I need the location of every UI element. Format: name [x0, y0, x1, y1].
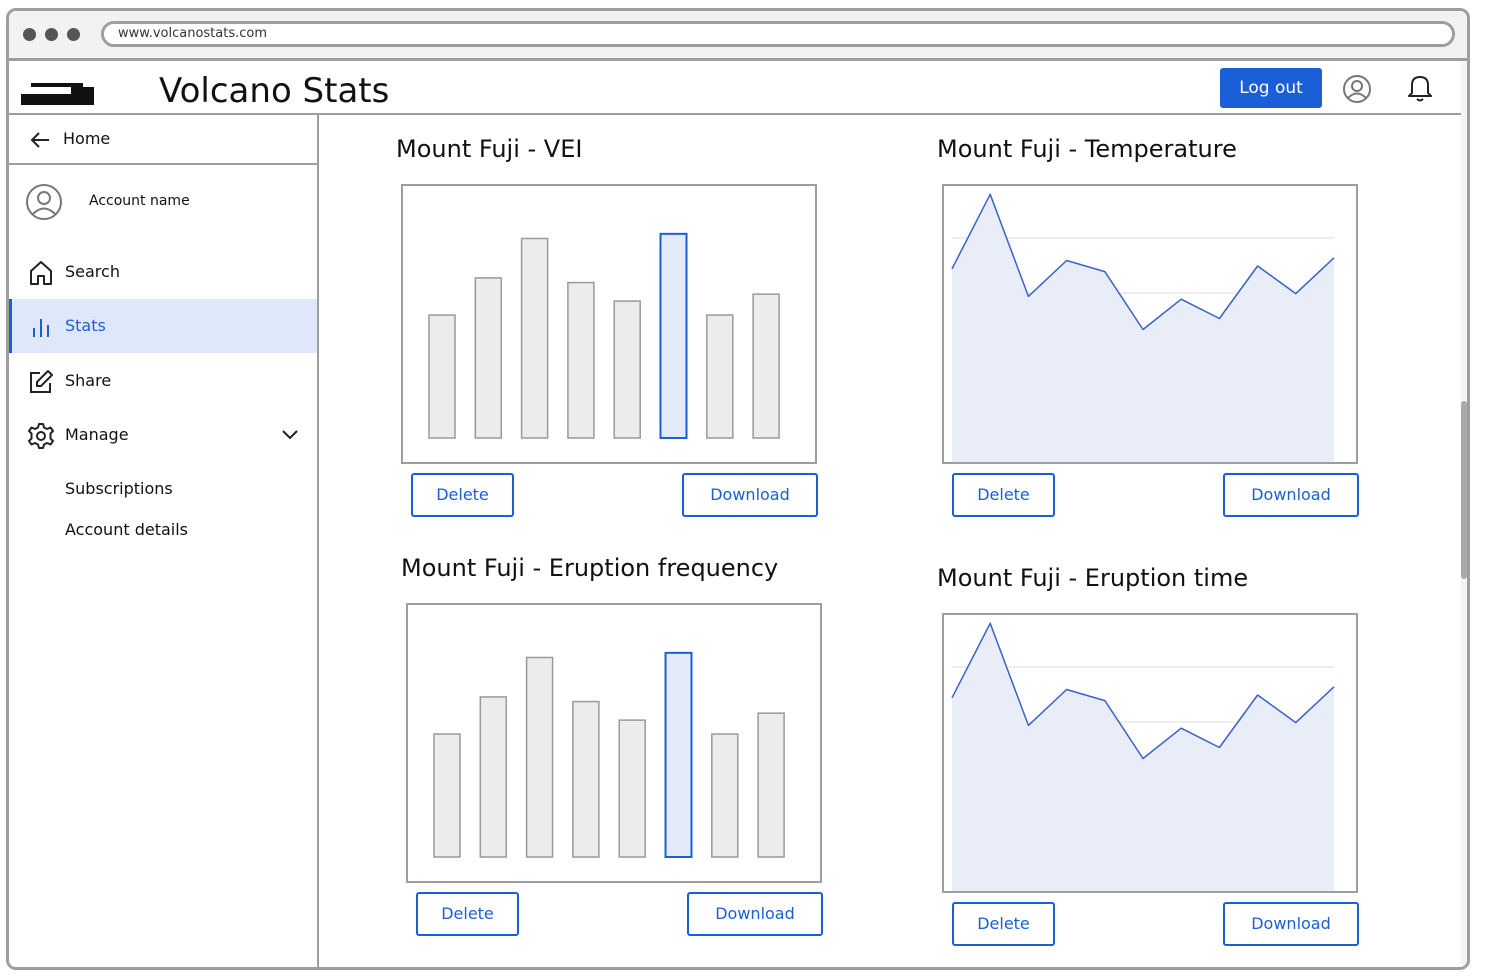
- address-bar[interactable]: www.volcanostats.com: [101, 21, 1455, 47]
- sidebar-item-search[interactable]: Search: [9, 245, 317, 299]
- chart-temperature-svg: [951, 193, 1335, 462]
- bar: [613, 300, 641, 439]
- sidebar-item-share[interactable]: Share: [9, 354, 317, 408]
- avatar-icon: [26, 184, 62, 220]
- chart-title-vei: Mount Fuji - VEI: [396, 135, 583, 163]
- delete-button-eruption-frequency[interactable]: Delete: [416, 892, 519, 936]
- chevron-down-icon[interactable]: [279, 425, 301, 445]
- chart-vei-svg: [428, 232, 780, 440]
- bar: [664, 651, 693, 859]
- sidebar-item-label: Manage: [65, 425, 129, 444]
- gear-icon: [28, 423, 54, 449]
- logo-icon: [21, 83, 94, 105]
- bar: [525, 656, 554, 858]
- bar: [433, 733, 461, 858]
- bar: [520, 237, 549, 439]
- browser-window: www.volcanostats.com Volcano Stats Log o…: [6, 8, 1470, 970]
- download-button-temperature[interactable]: Download: [1223, 473, 1359, 517]
- delete-button-temperature[interactable]: Delete: [952, 473, 1055, 517]
- window-close-dot[interactable]: [23, 28, 36, 41]
- app-title: Volcano Stats: [159, 71, 390, 111]
- scrollbar-thumb[interactable]: [1461, 401, 1467, 579]
- bar: [618, 719, 646, 858]
- bar: [567, 281, 595, 439]
- bar: [479, 696, 508, 858]
- sidebar-subitem-subscriptions[interactable]: Subscriptions: [65, 479, 173, 498]
- bar: [757, 712, 785, 858]
- download-button-eruption-frequency[interactable]: Download: [687, 892, 823, 936]
- chart-eruption-time: [942, 613, 1358, 893]
- bar: [572, 700, 600, 858]
- home-link[interactable]: Home: [9, 115, 317, 165]
- bar: [659, 232, 688, 440]
- sidebar-item-manage[interactable]: Manage: [9, 408, 317, 462]
- download-button-eruption-time[interactable]: Download: [1223, 902, 1359, 946]
- browser-chrome: www.volcanostats.com: [9, 11, 1467, 61]
- window-maximize-dot[interactable]: [67, 28, 80, 41]
- bar: [706, 314, 734, 439]
- sidebar-item-label: Share: [65, 371, 112, 390]
- bar: [474, 277, 503, 439]
- chart-vei: [401, 184, 817, 464]
- bar-chart-icon: [33, 319, 49, 337]
- bar: [752, 293, 780, 439]
- sidebar-item-stats[interactable]: Stats: [9, 299, 317, 353]
- chart-title-temperature: Mount Fuji - Temperature: [937, 135, 1237, 163]
- chart-temperature: [942, 184, 1358, 464]
- chart-eruption-time-svg: [951, 622, 1335, 891]
- account-info[interactable]: Account name: [9, 181, 317, 227]
- window-minimize-dot[interactable]: [45, 28, 58, 41]
- sidebar-subitem-account-details[interactable]: Account details: [65, 520, 188, 539]
- chart-title-eruption-time: Mount Fuji - Eruption time: [937, 564, 1249, 592]
- user-profile-icon[interactable]: [1342, 74, 1372, 104]
- home-label: Home: [63, 129, 111, 148]
- bar: [428, 314, 456, 439]
- arrow-left-icon: [30, 132, 49, 148]
- logout-button[interactable]: Log out: [1220, 68, 1322, 108]
- home-icon: [30, 261, 52, 285]
- sidebar-item-label: Stats: [65, 316, 106, 335]
- download-button-vei[interactable]: Download: [682, 473, 818, 517]
- chart-title-eruption-frequency: Mount Fuji - Eruption frequency: [401, 554, 779, 582]
- sidebar-item-label: Search: [65, 262, 120, 281]
- chart-eruption-frequency-svg: [433, 651, 785, 859]
- edit-icon: [30, 370, 53, 393]
- vertical-scrollbar[interactable]: [1461, 61, 1467, 967]
- bar: [711, 733, 739, 858]
- sidebar: Home Account name Search Stats Share Man…: [9, 115, 319, 967]
- bell-icon[interactable]: [1406, 73, 1434, 103]
- account-name: Account name: [89, 193, 190, 209]
- chart-eruption-frequency: [406, 603, 822, 883]
- delete-button-eruption-time[interactable]: Delete: [952, 902, 1055, 946]
- app-header: Volcano Stats Log out: [9, 61, 1461, 115]
- main-content: Mount Fuji - VEI Delete Download Mount F…: [319, 115, 1461, 967]
- delete-button-vei[interactable]: Delete: [411, 473, 514, 517]
